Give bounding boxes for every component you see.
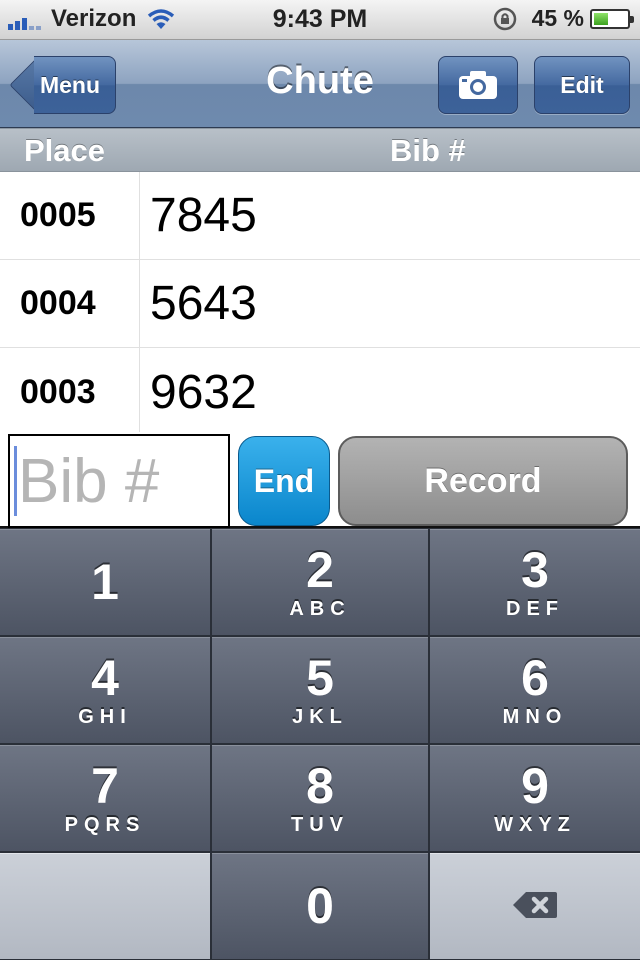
key-0[interactable]: 0 [212, 853, 428, 959]
carrier-name: Verizon [51, 5, 137, 32]
numeric-keypad: 1 2 ABC 3 DEF 4 GHI 5 JKL 6 MNO 7 PQRS 8… [0, 528, 640, 960]
camera-button[interactable] [438, 56, 518, 114]
key-9[interactable]: 9 WXYZ [430, 745, 640, 851]
status-bar: Verizon 9:43 PM 45 % [0, 0, 640, 40]
key-letters: JKL [292, 706, 348, 728]
bib-cell: 7845 [150, 189, 257, 242]
key-digit: 4 [91, 650, 119, 706]
delete-key[interactable] [430, 853, 640, 959]
key-letters: WXYZ [494, 814, 576, 836]
navigation-bar: Menu Chute Edit [0, 40, 640, 128]
wifi-icon [148, 9, 175, 29]
table-row[interactable]: 0004 5643 [0, 260, 640, 348]
key-letters: DEF [506, 598, 564, 620]
status-right: 45 % [492, 5, 634, 32]
key-letters: GHI [78, 706, 132, 728]
camera-icon [459, 71, 497, 99]
key-digit: 5 [306, 650, 334, 706]
key-7[interactable]: 7 PQRS [0, 745, 210, 851]
key-digit: 9 [521, 758, 549, 814]
table-row[interactable]: 0005 7845 [0, 172, 640, 260]
key-letters: ABC [289, 598, 351, 620]
key-digit: 7 [91, 758, 119, 814]
column-header-place: Place [24, 133, 106, 168]
place-cell: 0003 [0, 348, 140, 436]
battery-percent: 45 % [531, 5, 584, 31]
key-digit: 2 [306, 542, 334, 598]
status-left: Verizon [8, 5, 176, 33]
rotation-lock-icon [493, 7, 516, 30]
bib-cell: 9632 [150, 365, 257, 419]
key-5[interactable]: 5 JKL [212, 637, 428, 743]
key-3[interactable]: 3 DEF [430, 529, 640, 635]
bib-cell: 5643 [150, 277, 257, 330]
bib-number-input[interactable] [8, 434, 230, 528]
backspace-icon [513, 892, 557, 918]
key-1[interactable]: 1 [0, 529, 210, 635]
edit-button[interactable]: Edit [534, 56, 630, 114]
key-digit: 8 [306, 758, 334, 814]
entry-bar: End Record [0, 432, 640, 528]
table-row[interactable]: 0003 9632 [0, 348, 640, 436]
place-cell: 0005 [0, 172, 140, 259]
key-2[interactable]: 2 ABC [212, 529, 428, 635]
key-digit: 0 [306, 878, 334, 934]
menu-button-label: Menu [39, 71, 101, 98]
signal-strength-icon [8, 8, 43, 30]
key-digit: 3 [521, 542, 549, 598]
key-4[interactable]: 4 GHI [0, 637, 210, 743]
key-letters: MNO [502, 706, 568, 728]
record-button[interactable]: Record [338, 436, 628, 526]
key-6[interactable]: 6 MNO [430, 637, 640, 743]
table-column-header: Place Bib # [0, 128, 640, 172]
key-8[interactable]: 8 TUV [212, 745, 428, 851]
key-letters: PQRS [64, 814, 146, 836]
text-cursor [14, 446, 17, 516]
place-cell: 0004 [0, 260, 140, 347]
results-table: 0005 7845 0004 5643 0003 9632 [0, 172, 640, 436]
battery-level-fill [594, 12, 609, 25]
key-digit: 6 [521, 650, 549, 706]
key-digit: 1 [91, 554, 119, 610]
end-button[interactable]: End [238, 436, 330, 526]
battery-icon [590, 8, 634, 29]
key-blank [0, 853, 210, 959]
column-header-bib: Bib # [390, 133, 466, 168]
menu-back-button[interactable]: Menu [9, 55, 116, 115]
key-letters: TUV [291, 814, 349, 836]
